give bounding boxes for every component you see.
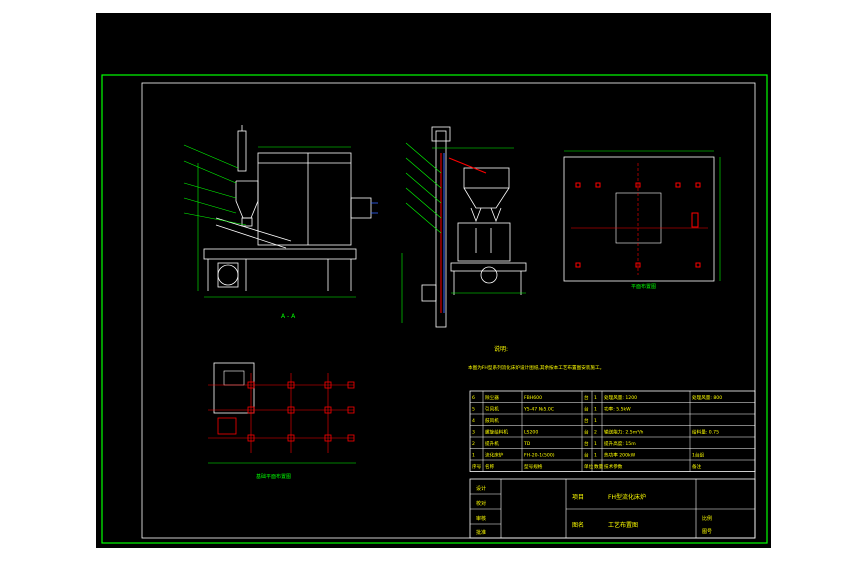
parts-table-cell: 技术参数 xyxy=(604,463,623,470)
parts-table-cell: 6 xyxy=(472,395,475,401)
parts-table-cell: 台 xyxy=(584,440,589,447)
parts-table-cell: 1 xyxy=(472,453,475,459)
parts-table-cell: 输送能力: 2.5m³/h xyxy=(604,429,644,436)
parts-table-cell: 1 xyxy=(594,418,597,424)
notes-text: 本图为FH型系列流化床炉设计图纸,其余按本工艺布置图安装施工。 xyxy=(468,364,604,371)
parts-table: 6 除尘器 FBH600 台 1 处理风量: 1200 处理风量: 8005 引风机 Y5-47… xyxy=(469,390,756,472)
tb-drawing-name: 工艺布置图 xyxy=(608,521,638,529)
parts-table-cell: 1 xyxy=(594,395,597,401)
parts-table-cell: 1 xyxy=(594,441,597,447)
parts-table-cell: 提升机 xyxy=(485,440,499,447)
parts-table-cell: 1台组 xyxy=(692,452,705,459)
parts-table-cell: 功率: 5.5kW xyxy=(604,406,631,413)
front-view-elevation xyxy=(421,126,527,328)
tb-label-check: 校对 xyxy=(476,500,486,507)
parts-table-cell: 2 xyxy=(472,441,475,447)
tb-scale-label: 比例 xyxy=(702,515,712,522)
parts-table-cell: 处理风量: 1200 xyxy=(604,394,637,401)
parts-table-cell: 名称 xyxy=(485,463,495,470)
parts-table-cell: 提升高度: 15m xyxy=(604,440,636,447)
parts-table-cell: 台 xyxy=(584,406,589,413)
parts-table-cell: FBH600 xyxy=(524,395,542,401)
tb-project-name: FH型流化床炉 xyxy=(608,493,646,501)
notes-title: 说明: xyxy=(494,345,508,353)
parts-table-cell: 鼓风机 xyxy=(485,417,499,424)
parts-table-cell: 台 xyxy=(584,417,589,424)
parts-table-cell: 台 xyxy=(584,452,589,459)
parts-table-cell: 台 xyxy=(584,429,589,436)
plan-view: 平面布置图 xyxy=(563,150,721,290)
cad-drawing: A - A 平面布置图 基础平面布置图 说明: 本图为FH型系列流化床炉设计图纸… xyxy=(101,74,768,544)
parts-table-cell: 数量 xyxy=(594,463,604,470)
tb-project-label: 项目 xyxy=(572,494,584,501)
plan-view-label: 平面布置图 xyxy=(631,283,656,290)
parts-table-cell: 流化床炉 xyxy=(485,452,504,459)
parts-table-cell: 1 xyxy=(594,453,597,459)
parts-table-cell: 序号 xyxy=(472,463,482,470)
tb-sheet-label: 图号 xyxy=(702,529,712,535)
side-view-dimensions xyxy=(183,144,356,298)
parts-table-cell: 5 xyxy=(472,407,475,413)
parts-table-cell: 单位 xyxy=(584,463,594,470)
parts-table-cell: 台 xyxy=(584,394,589,401)
parts-table-cell: 3 xyxy=(472,430,475,436)
parts-table-cell: 螺旋给料机 xyxy=(485,429,508,436)
parts-table-cell: LS200 xyxy=(524,430,538,436)
section-label: A - A xyxy=(281,313,296,320)
parts-table-cell: 热功率 200kW xyxy=(604,452,636,459)
parts-table-cell: 备注 xyxy=(692,463,702,470)
parts-table-cell: FH-20-1(500) xyxy=(524,453,555,459)
side-view-elevation xyxy=(203,125,378,291)
outer-frame xyxy=(101,74,768,544)
foundation-label: 基础平面布置图 xyxy=(256,473,291,480)
parts-table-cell: 4 xyxy=(472,418,475,424)
cad-viewport: A - A 平面布置图 基础平面布置图 说明: 本图为FH型系列流化床炉设计图纸… xyxy=(96,13,771,548)
title-block: 设计 校对 审核 批准 项目 FH型流化床炉 图名 工艺布置图 比例 图号 xyxy=(469,478,756,539)
parts-table-cell: 给料量: 0.75 xyxy=(692,429,719,436)
parts-table-cell: 处理风量: 800 xyxy=(692,394,722,401)
foundation-plan: 基础平面布置图 xyxy=(208,362,356,480)
parts-table-cell: TD xyxy=(523,441,531,447)
parts-table-cell: Y5-47 №5.0C xyxy=(523,407,554,413)
parts-table-cell: 1 xyxy=(594,407,597,413)
tb-drawing-label: 图名 xyxy=(572,521,584,529)
parts-table-cell: 2 xyxy=(594,430,597,436)
parts-table-cell: 引风机 xyxy=(485,406,499,413)
tb-label-review: 审核 xyxy=(476,515,486,522)
tb-label-design: 设计 xyxy=(476,485,486,492)
parts-table-cell: 除尘器 xyxy=(485,394,499,401)
front-view-pipes xyxy=(440,153,487,313)
parts-table-cell: 型号规格 xyxy=(524,463,543,470)
tb-label-approve: 批准 xyxy=(476,529,486,536)
